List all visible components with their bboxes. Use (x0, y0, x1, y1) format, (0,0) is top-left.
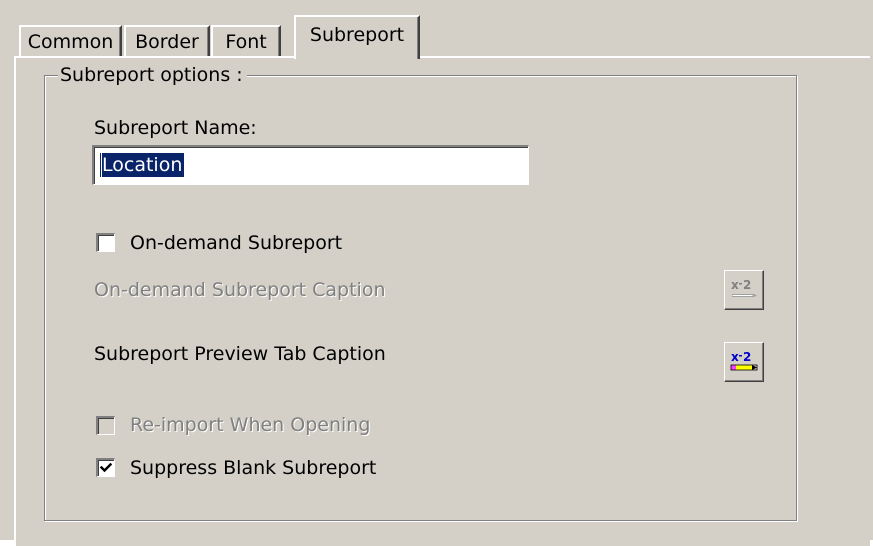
on-demand-checkbox[interactable] (96, 233, 115, 252)
reimport-checkbox[interactable] (96, 416, 115, 435)
reimport-label: Re-import When Opening (130, 414, 371, 436)
on-demand-caption-label: On-demand Subreport Caption (94, 279, 386, 301)
tab-font-label: Font (225, 31, 267, 53)
tab-border-label: Border (135, 31, 199, 53)
preview-tab-caption-label: Subreport Preview Tab Caption (94, 343, 386, 365)
tab-common-label: Common (27, 31, 114, 53)
tab-subreport[interactable]: Subreport (294, 15, 420, 59)
svg-text:x: x (731, 350, 739, 364)
tab-subreport-label: Subreport (309, 24, 405, 46)
group-title: Subreport options : (58, 64, 247, 86)
text-caret (101, 153, 102, 177)
subreport-name-label: Subreport Name: (94, 117, 257, 139)
tab-font[interactable]: Font (211, 25, 281, 57)
svg-text:2: 2 (743, 278, 751, 292)
suppress-blank-checkbox[interactable] (96, 458, 115, 477)
checkmark-icon (99, 462, 113, 473)
subreport-name-value: Location (100, 153, 185, 177)
svg-text:x: x (731, 278, 739, 292)
formula-x2-icon: x 2 (731, 278, 757, 297)
formula-x2-pencil-icon: x 2 (730, 350, 758, 371)
tab-common[interactable]: Common (19, 25, 122, 57)
suppress-blank-label[interactable]: Suppress Blank Subreport (130, 457, 376, 479)
on-demand-caption-formula-button[interactable]: x 2 (724, 270, 764, 310)
svg-text:2: 2 (743, 350, 751, 364)
tab-border[interactable]: Border (124, 25, 210, 57)
preview-tab-caption-formula-button[interactable]: x 2 (724, 342, 764, 382)
subreport-name-field[interactable]: Location (92, 145, 529, 185)
on-demand-label[interactable]: On-demand Subreport (130, 232, 342, 254)
